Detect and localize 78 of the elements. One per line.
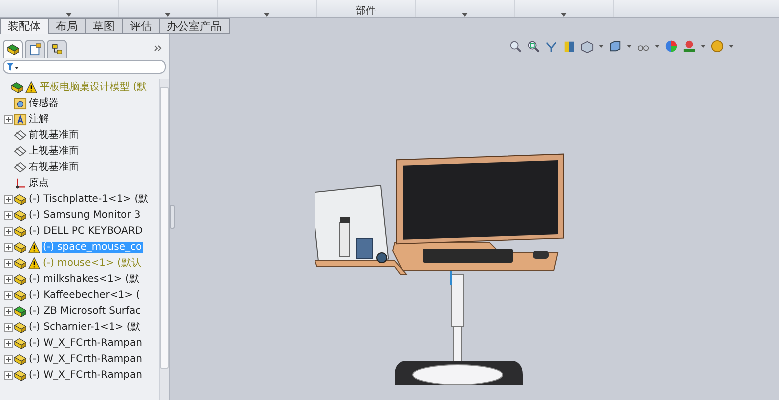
properties-icon (28, 43, 42, 56)
expand-toggle[interactable] (4, 114, 13, 124)
expand-toggle[interactable] (4, 370, 13, 380)
part-icon (14, 272, 27, 286)
caret-icon[interactable] (627, 44, 632, 48)
tree-item[interactable]: (-) Kaffeebecher<1> ( (28, 290, 142, 300)
part-icon (14, 240, 27, 254)
part-icon (14, 368, 27, 382)
folder-icon (14, 96, 27, 110)
expand-toggle[interactable] (4, 274, 13, 284)
tree-item[interactable]: (-) W_X_FCrth-Rampan (28, 338, 144, 348)
ribbon-tab[interactable]: 装配体 (0, 18, 49, 34)
plane-icon (14, 144, 27, 158)
ribbon-tab[interactable]: 草图 (85, 18, 123, 34)
panel-tab[interactable] (3, 40, 23, 58)
panel-tab[interactable] (47, 40, 67, 58)
view-settings-icon[interactable] (711, 40, 724, 52)
plane-icon (14, 128, 27, 142)
expand-toggle[interactable] (4, 354, 13, 364)
zoom-area-icon[interactable] (527, 40, 540, 52)
filter-field[interactable] (3, 60, 166, 74)
expand-toggle[interactable] (4, 194, 13, 204)
tree-view-icon (6, 43, 20, 56)
tree-item[interactable]: (-) ZB Microsoft Surfac (28, 306, 142, 316)
tree-item[interactable]: (-) DELL PC KEYBOARD (28, 226, 144, 236)
assembly-icon (11, 80, 24, 94)
expand-toggle[interactable] (4, 338, 13, 348)
part-icon (14, 224, 27, 238)
panel-splitter-handle[interactable] (170, 205, 175, 229)
configuration-icon (50, 43, 64, 56)
scrollbar[interactable] (159, 79, 169, 400)
tree-item[interactable]: (-) Scharnier-1<1> (默 (28, 320, 142, 334)
view-orientation-icon[interactable] (581, 40, 594, 52)
warning-icon (28, 256, 41, 270)
ribbon-tab[interactable]: 布局 (48, 18, 86, 34)
expand-toggle[interactable] (4, 258, 13, 268)
expand-toggle[interactable] (4, 210, 13, 220)
tree-item[interactable]: 前视基准面 (28, 128, 80, 142)
caret-icon[interactable] (729, 44, 734, 48)
caret-icon[interactable] (655, 44, 660, 48)
part-icon (14, 192, 27, 206)
part-icon (14, 336, 27, 350)
caret-icon[interactable] (701, 44, 706, 48)
tree-item[interactable]: 上视基准面 (28, 144, 80, 158)
tree-item[interactable]: 右视基准面 (28, 160, 80, 174)
part-icon (14, 320, 27, 334)
tree-item[interactable]: 原点 (28, 176, 50, 190)
panel-tab[interactable] (25, 40, 45, 58)
tree-item[interactable]: 传感器 (28, 96, 60, 110)
tree-item[interactable]: (-) Tischplatte-1<1> (默 (28, 192, 150, 206)
tree-item[interactable]: (-) Samsung Monitor 3 (28, 210, 142, 220)
expand-toggle[interactable] (4, 290, 13, 300)
tree-item[interactable]: (-) W_X_FCrth-Rampan (28, 354, 144, 364)
appearance-icon[interactable] (665, 40, 678, 52)
warning-icon (25, 80, 38, 94)
display-style-icon[interactable] (609, 40, 622, 52)
part-icon (14, 208, 27, 222)
expand-toggle[interactable] (4, 306, 13, 316)
tree-item[interactable]: (-) milkshakes<1> (默 (28, 272, 140, 286)
ribbon-button[interactable]: 部件 (317, 0, 416, 17)
part-icon (14, 256, 27, 270)
caret-icon[interactable] (599, 44, 604, 48)
tree-item[interactable]: 注解 (28, 112, 50, 126)
folder-icon (14, 112, 27, 126)
part-icon (14, 304, 27, 318)
expand-toggle[interactable] (4, 226, 13, 236)
filter-icon (7, 62, 19, 72)
plane-icon (14, 160, 27, 174)
zoom-fit-icon[interactable] (509, 40, 522, 52)
part-icon (14, 352, 27, 366)
ribbon-tab[interactable]: 办公室产品 (159, 18, 230, 34)
expand-toggle[interactable] (4, 322, 13, 332)
origin-icon (14, 176, 27, 190)
tree-item[interactable]: (-) W_X_FCrth-Rampan (28, 370, 144, 380)
part-icon (14, 288, 27, 302)
ribbon-tab[interactable]: 评估 (122, 18, 160, 34)
warning-icon (28, 240, 41, 254)
expand-toggle[interactable] (4, 242, 13, 252)
